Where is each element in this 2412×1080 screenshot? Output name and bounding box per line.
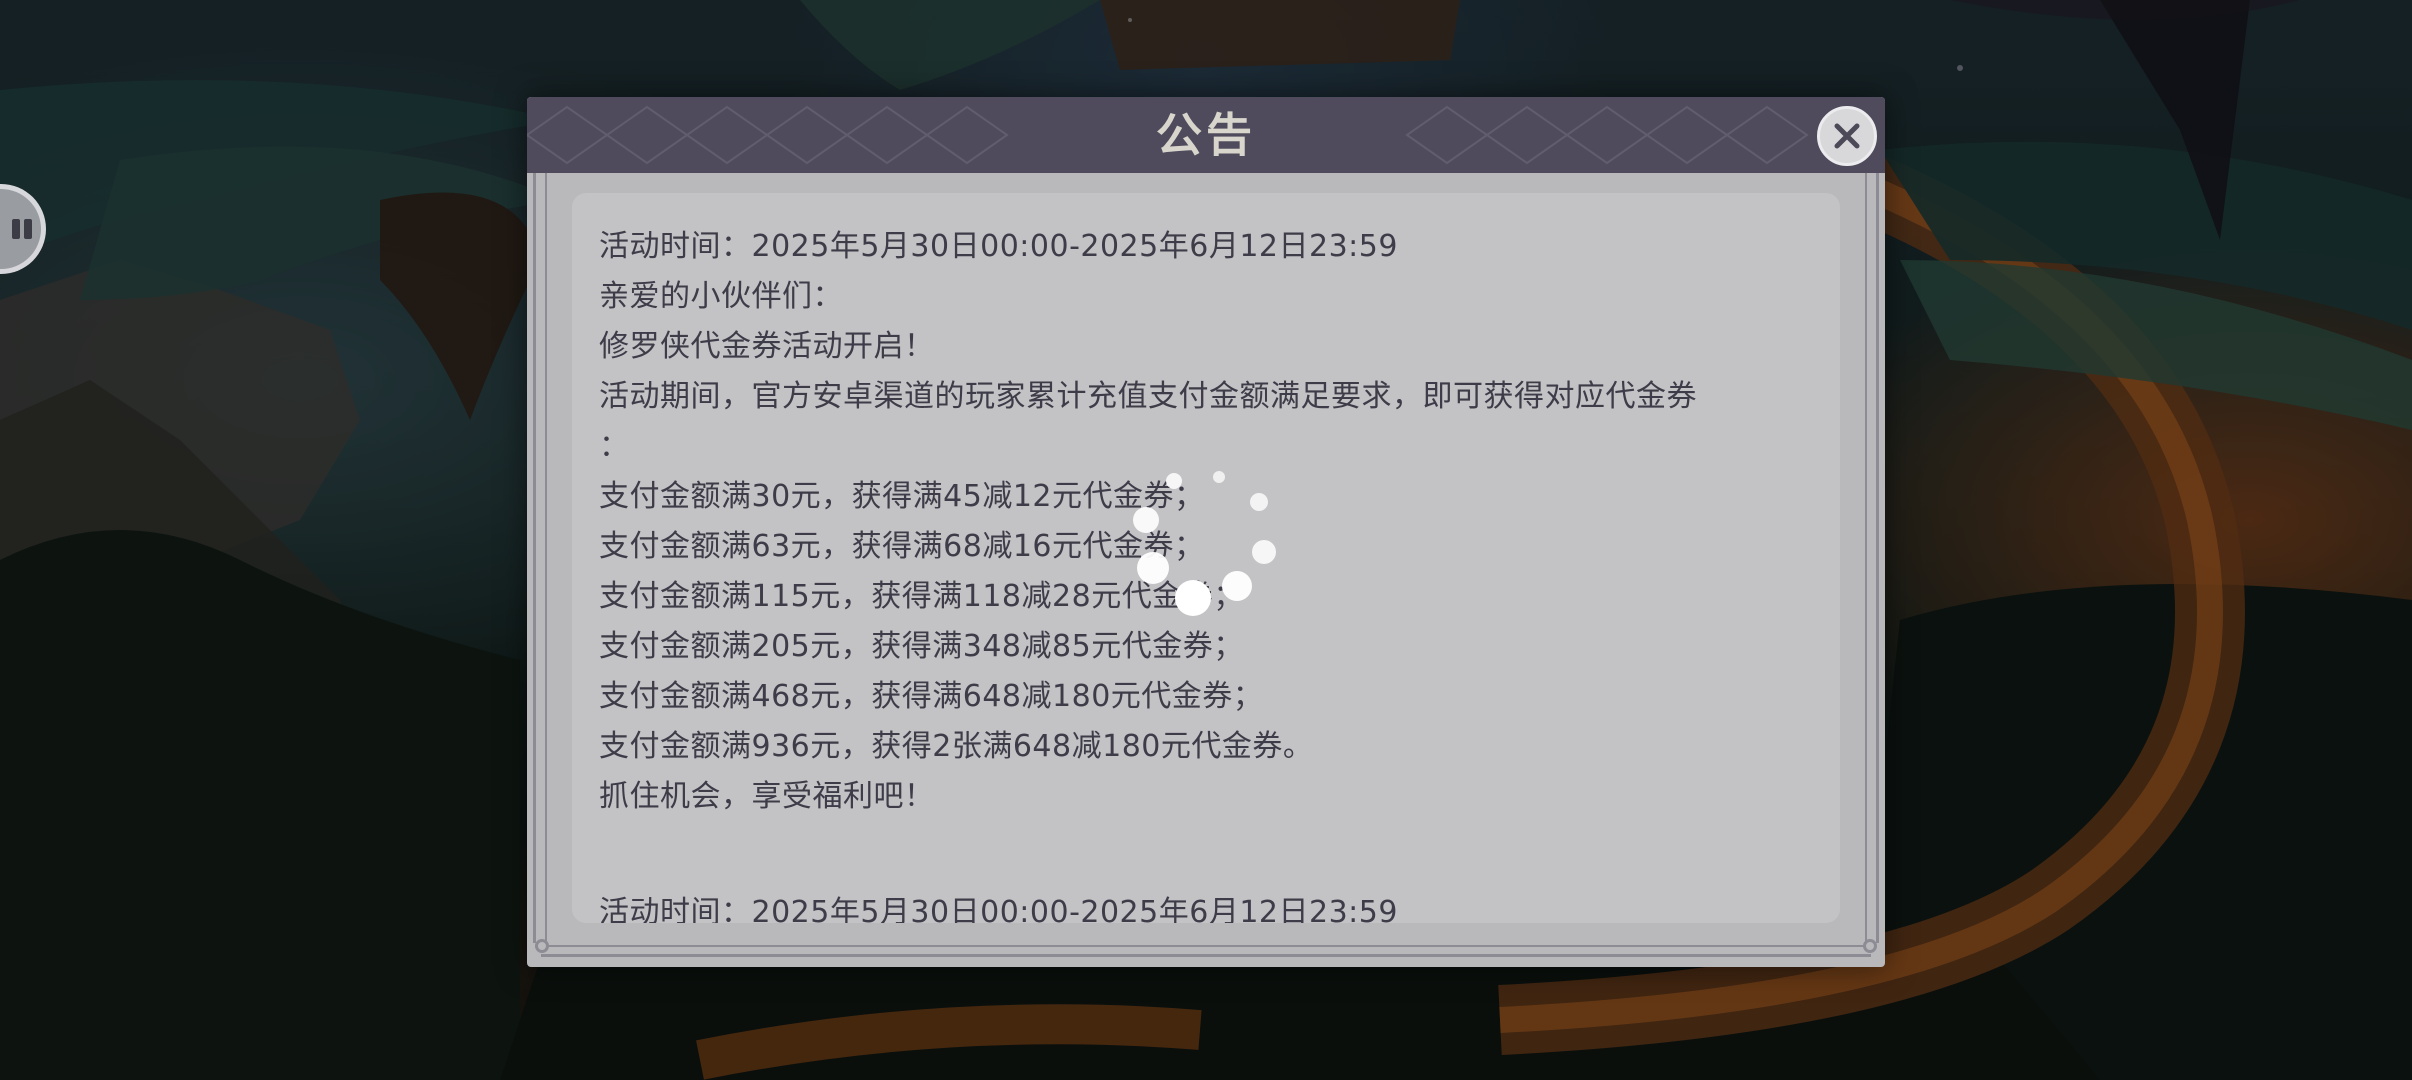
frame-corner <box>535 939 549 953</box>
announcement-line: 抓住机会，享受福利吧！ <box>599 779 935 814</box>
close-icon <box>1834 123 1860 149</box>
announcement-line: 活动时间：2025年5月30日00:00-2025年6月12日23:59 <box>599 895 1398 923</box>
announcement-line: 支付金额满63元，获得满68减16元代金券； <box>599 529 1205 564</box>
frame-corner <box>1863 939 1877 953</box>
dialog-header: 公告 <box>527 97 1885 173</box>
frame-right <box>1865 173 1879 943</box>
announcement-dialog: 公告 活动时间：2025年5月30日00:00-2025年6月12日23:59 … <box>527 97 1885 967</box>
announcement-line: 支付金额满205元，获得满348减85元代金券； <box>599 629 1244 664</box>
announcement-line: 支付金额满115元，获得满118减28元代金券； <box>599 579 1244 614</box>
announcement-line: ： <box>599 429 630 464</box>
announcement-line: 活动时间：2025年5月30日00:00-2025年6月12日23:59 <box>599 229 1398 264</box>
announcement-line: 修罗侠代金券活动开启！ <box>599 329 935 364</box>
frame-bottom <box>541 945 1871 957</box>
announcement-line: 亲爱的小伙伴们： <box>599 279 843 314</box>
announcement-content[interactable]: 活动时间：2025年5月30日00:00-2025年6月12日23:59 亲爱的… <box>572 193 1840 923</box>
frame-left <box>533 173 547 943</box>
announcement-line: 支付金额满936元，获得2张满648减180元代金券。 <box>599 729 1314 764</box>
dialog-title: 公告 <box>1156 108 1256 162</box>
announcement-line: 活动期间，官方安卓渠道的玩家累计充值支付金额满足要求，即可获得对应代金券 <box>599 379 1697 414</box>
announcement-line: 支付金额满468元，获得满648减180元代金券； <box>599 679 1264 714</box>
announcement-line: 支付金额满30元，获得满45减12元代金券； <box>599 479 1205 514</box>
close-button[interactable] <box>1817 106 1877 166</box>
